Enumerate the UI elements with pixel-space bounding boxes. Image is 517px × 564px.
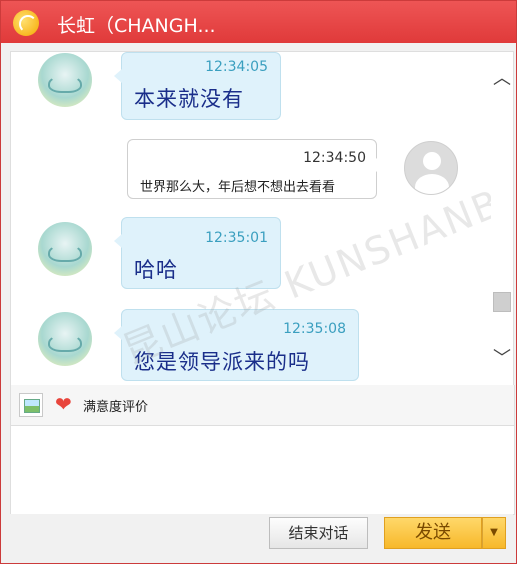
window-title: 长虹（CHANGH... (57, 15, 216, 37)
input-toolbar: ❤ 满意度评价 (10, 385, 515, 426)
message-text: 您是领导派来的吗 (134, 350, 310, 374)
message-timestamp: 12:35:08 (283, 321, 346, 337)
end-chat-button[interactable]: 结束对话 (269, 517, 368, 549)
chat-window: 长虹（CHANGH... 12:34:05 本来就没有 12:34:50 世界那… (0, 0, 517, 564)
heart-icon[interactable]: ❤ (55, 394, 72, 414)
message-timestamp: 12:34:05 (205, 59, 268, 75)
image-icon[interactable] (19, 393, 43, 417)
message-text: 哈哈 (134, 258, 178, 282)
agent-avatar (38, 312, 92, 366)
message-bubble-agent: 12:35:01 哈哈 (114, 217, 281, 289)
message-timestamp: 12:35:01 (205, 230, 268, 246)
title-bar: 长虹（CHANGH... (1, 1, 516, 43)
message-timestamp: 12:34:50 (303, 150, 366, 166)
scroll-up-icon[interactable]: ︿ (493, 70, 511, 88)
scroll-down-icon[interactable]: ﹀ (493, 350, 511, 368)
message-text: 世界那么大，年后想不想出去看看 (140, 180, 336, 195)
send-options-chevron-down-icon[interactable]: ▼ (482, 517, 506, 549)
action-bar: 结束对话 发送 ▼ (10, 514, 513, 558)
message-input[interactable] (10, 426, 515, 515)
send-button[interactable]: 发送 (384, 517, 482, 549)
chat-scrollbar[interactable]: ︿ ﹀ (491, 51, 514, 386)
brand-logo-icon (13, 10, 39, 36)
message-bubble-user: 12:34:50 世界那么大，年后想不想出去看看 (127, 139, 384, 199)
agent-avatar (38, 222, 92, 276)
satisfaction-rating-link[interactable]: 满意度评价 (83, 396, 148, 415)
message-bubble-agent: 12:35:08 您是领导派来的吗 (114, 309, 359, 381)
message-text: 本来就没有 (134, 87, 244, 111)
user-avatar (404, 141, 458, 195)
scroll-thumb[interactable] (493, 292, 511, 312)
agent-avatar (38, 53, 92, 107)
message-list[interactable]: 12:34:05 本来就没有 12:34:50 世界那么大，年后想不想出去看看 … (10, 51, 493, 386)
message-bubble-agent: 12:34:05 本来就没有 (114, 52, 281, 120)
